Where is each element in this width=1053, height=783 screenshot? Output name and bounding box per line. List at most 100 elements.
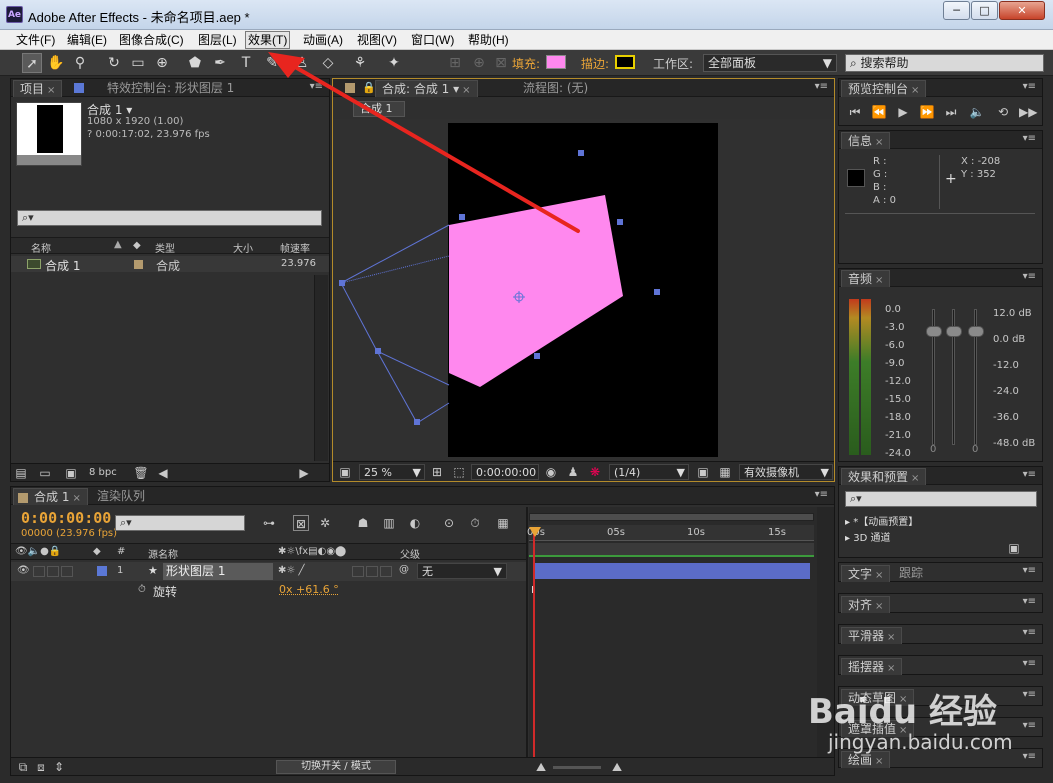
layer-row[interactable]: 👁 1 ★ 形状图层 1 ✱☼ ╱ @ 无 ▼: [11, 562, 526, 581]
camera-select[interactable]: 有效摄像机 ▼: [739, 464, 833, 480]
panel-menu-icon[interactable]: ▾≡: [815, 489, 828, 500]
hide-shy-icon[interactable]: ☗: [355, 515, 371, 531]
frame-blending-icon[interactable]: ▥: [381, 515, 397, 531]
menu-help[interactable]: 帮助(H): [466, 32, 511, 48]
pan-behind-tool-icon[interactable]: ⊕: [152, 53, 172, 73]
tab-effect-controls[interactable]: 特效控制台: 形状图层 1: [101, 80, 240, 97]
col-size[interactable]: 大小: [233, 240, 253, 255]
layer-switch-icons[interactable]: ✱☼ ╱: [278, 565, 305, 576]
graph-editor-icon[interactable]: ▦: [495, 515, 511, 531]
tab-preview[interactable]: 预览控制台 ×: [841, 80, 927, 97]
next-frame-icon[interactable]: ⏩: [919, 104, 935, 120]
zoom-select[interactable]: 25 % ▼: [359, 464, 425, 480]
panel-menu-icon[interactable]: ▾≡: [1023, 751, 1036, 762]
vertex-handle[interactable]: [375, 348, 381, 354]
tab-align[interactable]: 对齐 ×: [841, 596, 891, 613]
mask-visibility-icon[interactable]: ⬚: [451, 464, 467, 480]
property-row-rotation[interactable]: ⏱ 旋转 0x +61.6 °: [11, 582, 526, 599]
bpc-label[interactable]: 8 bpc: [89, 467, 117, 478]
brainstorm-icon[interactable]: ⊙: [441, 515, 457, 531]
menu-edit[interactable]: 编辑(E): [65, 32, 109, 48]
col-parent[interactable]: 父级: [400, 546, 420, 561]
rotate-tool-icon[interactable]: ↻: [104, 53, 124, 73]
grid-icon[interactable]: ⊞: [429, 464, 445, 480]
tab-flowchart[interactable]: 流程图: (无): [517, 80, 594, 97]
tab-timeline-comp[interactable]: 合成 1 ×: [13, 488, 88, 505]
expand-layer-switches-icon[interactable]: ⧉: [15, 759, 31, 775]
menu-file[interactable]: 文件(F): [14, 32, 57, 48]
motion-blur-icon[interactable]: ◐: [407, 515, 423, 531]
current-time-indicator[interactable]: [533, 529, 535, 757]
hand-tool-icon[interactable]: ✋: [46, 53, 66, 73]
toggle-switches-modes-button[interactable]: 切换开关 / 模式: [276, 760, 396, 774]
puppet-pin-tool-icon[interactable]: ✦: [384, 53, 404, 73]
adjustment-toggle[interactable]: [366, 566, 378, 577]
camera-tool-icon[interactable]: ▭: [128, 53, 148, 73]
text-tool-icon[interactable]: T: [236, 53, 256, 73]
audio-toggle[interactable]: [33, 566, 45, 577]
transparency-grid-icon[interactable]: ▦: [717, 464, 733, 480]
always-preview-icon[interactable]: ▣: [337, 464, 353, 480]
preset-item-3d[interactable]: ▸ 3D 通道: [845, 529, 890, 544]
effects-search-input[interactable]: ⌕▾: [845, 491, 1037, 507]
parent-select[interactable]: 无 ▼: [417, 563, 507, 579]
panel-menu-icon[interactable]: ▾≡: [1023, 271, 1036, 282]
eraser-tool-icon[interactable]: ◇: [318, 53, 338, 73]
timeline-search-input[interactable]: ⌕▾: [115, 515, 245, 531]
resolution-select[interactable]: (1/4) ▼: [609, 464, 689, 480]
expand-in-out-icon[interactable]: ⇕: [51, 759, 67, 775]
help-search-input[interactable]: ⌕ 搜索帮助: [845, 54, 1044, 72]
tab-info[interactable]: 信息 ×: [841, 132, 891, 149]
vertex-handle[interactable]: [534, 353, 540, 359]
3d-toggle[interactable]: [380, 566, 392, 577]
panel-menu-icon[interactable]: ▾≡: [815, 81, 828, 92]
zoom-in-icon[interactable]: ⛰: [609, 759, 625, 775]
comp-viewer[interactable]: [333, 119, 834, 461]
local-axis-icon[interactable]: ⊞: [445, 53, 465, 73]
panel-menu-icon[interactable]: ▾≡: [1023, 627, 1036, 638]
layer-duration-bar[interactable]: [533, 563, 810, 579]
play-icon[interactable]: ▶: [895, 104, 911, 120]
new-comp-icon[interactable]: ▣: [63, 465, 79, 481]
tab-smoother[interactable]: 平滑器 ×: [841, 627, 903, 644]
ram-preview-icon[interactable]: ▶▶: [1019, 104, 1037, 120]
fader-master-knob[interactable]: [968, 326, 984, 337]
show-snapshot-icon[interactable]: ♟: [565, 464, 581, 480]
pen-tool-icon[interactable]: ✒: [210, 53, 230, 73]
lock-icon[interactable]: 🔒: [362, 81, 376, 94]
channel-icon[interactable]: ❋: [587, 464, 603, 480]
zoom-out-icon[interactable]: ⛰: [533, 759, 549, 775]
scroll-left-icon[interactable]: ◀: [155, 465, 171, 481]
menu-effect[interactable]: 效果(T): [245, 31, 291, 49]
fill-color-swatch[interactable]: [546, 55, 566, 69]
time-ruler[interactable]: 00s 05s 10s 15s: [527, 525, 814, 541]
panel-menu-icon[interactable]: ▾≡: [1023, 133, 1036, 144]
vertex-handle[interactable]: [654, 289, 660, 295]
tab-render-queue[interactable]: 渲染队列: [91, 488, 151, 505]
panel-menu-icon[interactable]: ▾≡: [1023, 658, 1036, 669]
view-axis-icon[interactable]: ⊠: [491, 53, 511, 73]
minimize-button[interactable]: ─: [943, 1, 970, 20]
shape-tool-icon[interactable]: ⬟: [185, 53, 205, 73]
project-row-comp[interactable]: 合成 1 合成 23.976: [11, 256, 329, 273]
tab-wiggler[interactable]: 摇摆器 ×: [841, 658, 903, 675]
roto-brush-tool-icon[interactable]: ⚘: [350, 53, 370, 73]
panel-menu-icon[interactable]: ▾≡: [1023, 565, 1036, 576]
fader-right-knob[interactable]: [946, 326, 962, 337]
panel-menu-icon[interactable]: ▾≡: [1023, 469, 1036, 480]
tab-project[interactable]: 项目 ×: [13, 80, 63, 97]
panel-menu-icon[interactable]: ▾≡: [1023, 720, 1036, 731]
comp-breadcrumb[interactable]: 合成 1: [353, 101, 405, 117]
new-preset-icon[interactable]: ▣: [1006, 540, 1022, 556]
preset-item-animation[interactable]: ▸ *【动画预置】: [845, 513, 918, 528]
col-name[interactable]: 名称: [31, 240, 51, 255]
rotation-value[interactable]: 0x +61.6 °: [279, 583, 339, 596]
draft-3d-icon[interactable]: ✲: [317, 515, 333, 531]
new-folder-icon[interactable]: ▭: [37, 465, 53, 481]
panel-menu-icon[interactable]: ▾≡: [310, 81, 323, 92]
expand-arrow-icon[interactable]: [77, 566, 83, 577]
panel-menu-icon[interactable]: ▾≡: [1023, 81, 1036, 92]
tab-composition[interactable]: 合成: 合成 1 ▾ ×: [375, 80, 478, 97]
close-button[interactable]: ✕: [999, 1, 1045, 20]
clone-stamp-tool-icon[interactable]: ♙: [292, 53, 312, 73]
